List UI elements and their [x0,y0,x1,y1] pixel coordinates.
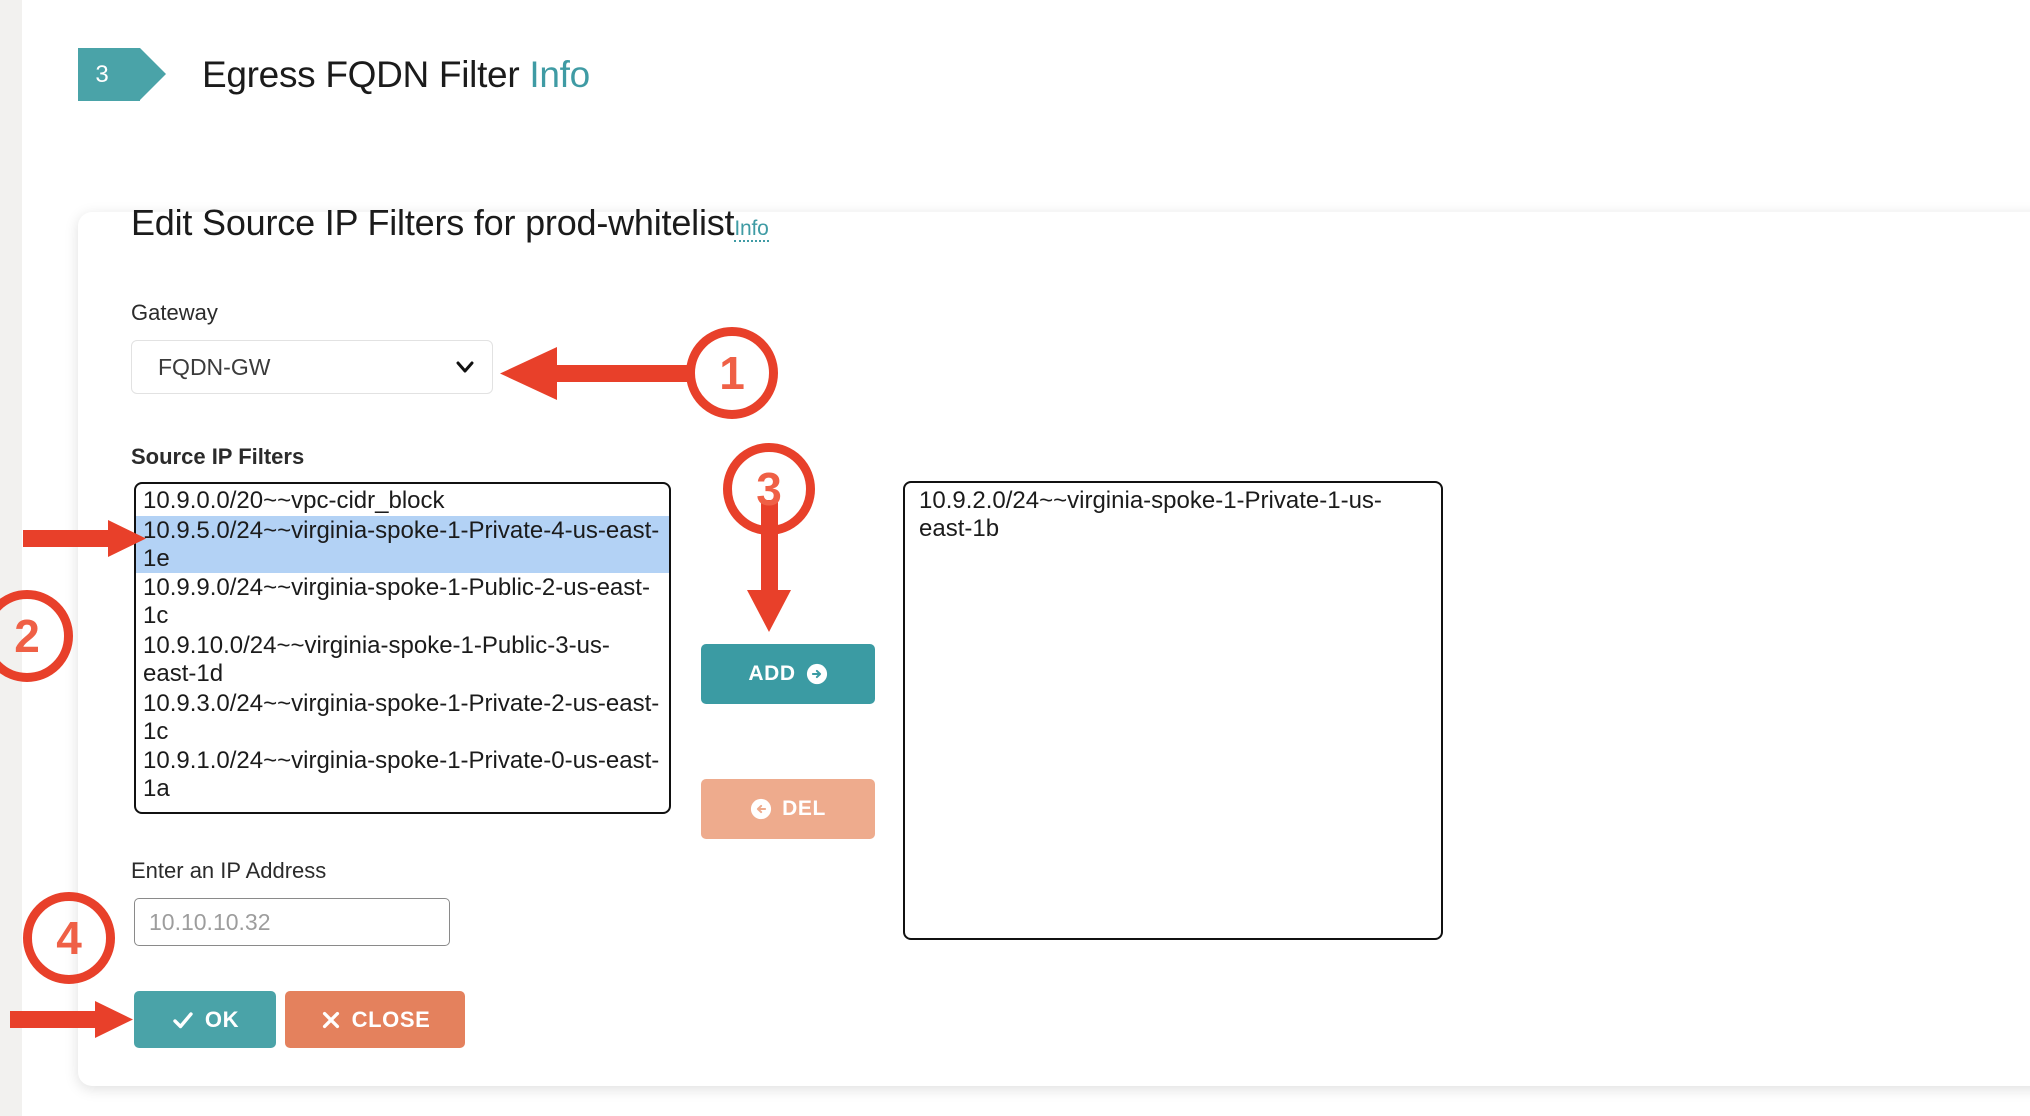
del-button[interactable]: DEL [701,779,875,839]
source-filters-label: Source IP Filters [131,444,305,469]
source-filters-list: 10.9.0.0/20~~vpc-cidr_block 10.9.5.0/24~~… [136,484,669,804]
annotation-marker-2-label: 2 [14,610,40,662]
gateway-select-wrap[interactable]: FQDN-GW [131,340,493,394]
destination-filters-list: 10.9.2.0/24~~virginia-spoke-1-Private-1-… [905,483,1441,544]
ok-button-label: OK [204,1006,240,1032]
close-button[interactable]: CLOSE [285,991,465,1048]
screen-root: 3 Egress FQDN Filter Info Edit Source IP… [0,0,2030,1116]
annotation-marker-4: 4 [23,892,115,984]
step-number: 3 [95,60,109,88]
add-button[interactable]: ADD [701,644,875,704]
destination-filter-option[interactable]: 10.9.2.0/24~~virginia-spoke-1-Private-1-… [912,486,1435,544]
times-icon [322,1011,339,1028]
page-title-text: Edit Source IP Filters for prod-whitelis… [131,202,735,243]
add-button-label: ADD [748,662,796,685]
source-filter-option[interactable]: 10.9.5.0/24~~virginia-spoke-1-Private-4-… [136,515,669,574]
ip-entry-label: Enter an IP Address [131,858,327,883]
heading-info-link[interactable]: Info [734,217,769,242]
close-button-label: CLOSE [351,1006,431,1032]
source-filter-option[interactable]: 10.9.9.0/24~~virginia-spoke-1-Public-2-u… [136,573,669,631]
arrow-right-circle-icon [806,663,827,685]
source-filter-option[interactable]: 10.9.1.0/24~~virginia-spoke-1-Private-0-… [136,746,669,804]
annotation-marker-3-label: 3 [756,463,782,515]
source-filter-option[interactable]: 10.9.10.0/24~~virginia-spoke-1-Public-3-… [136,631,669,689]
annotation-marker-2: 2 [0,590,73,682]
gateway-select[interactable]: FQDN-GW [131,340,493,394]
ip-address-input[interactable] [134,898,450,946]
step-header: 3 Egress FQDN Filter Info [78,48,590,101]
arrow-left-circle-icon [751,798,772,820]
del-button-label: DEL [782,797,826,820]
destination-filters-listbox[interactable]: 10.9.2.0/24~~virginia-spoke-1-Private-1-… [903,481,1443,940]
page-title: Edit Source IP Filters for prod-whitelis… [131,202,769,244]
gateway-label: Gateway [131,300,218,325]
source-filter-option[interactable]: 10.9.3.0/24~~virginia-spoke-1-Private-2-… [136,689,669,747]
page-gutter [0,0,22,1116]
annotation-marker-1: 1 [686,327,778,419]
check-icon [173,1011,193,1028]
step-title: Egress FQDN Filter Info [202,54,590,96]
annotation-marker-3: 3 [723,443,815,535]
annotation-marker-4-label: 4 [56,912,82,964]
step-number-badge: 3 [78,48,166,101]
annotation-marker-1-label: 1 [719,347,745,399]
step-title-text: Egress FQDN Filter [202,53,520,95]
source-filter-option[interactable]: 10.9.0.0/20~~vpc-cidr_block [136,486,669,516]
source-filters-listbox[interactable]: 10.9.0.0/20~~vpc-cidr_block 10.9.5.0/24~~… [134,482,671,814]
step-info-link[interactable]: Info [529,54,590,95]
ok-button[interactable]: OK [134,991,276,1048]
